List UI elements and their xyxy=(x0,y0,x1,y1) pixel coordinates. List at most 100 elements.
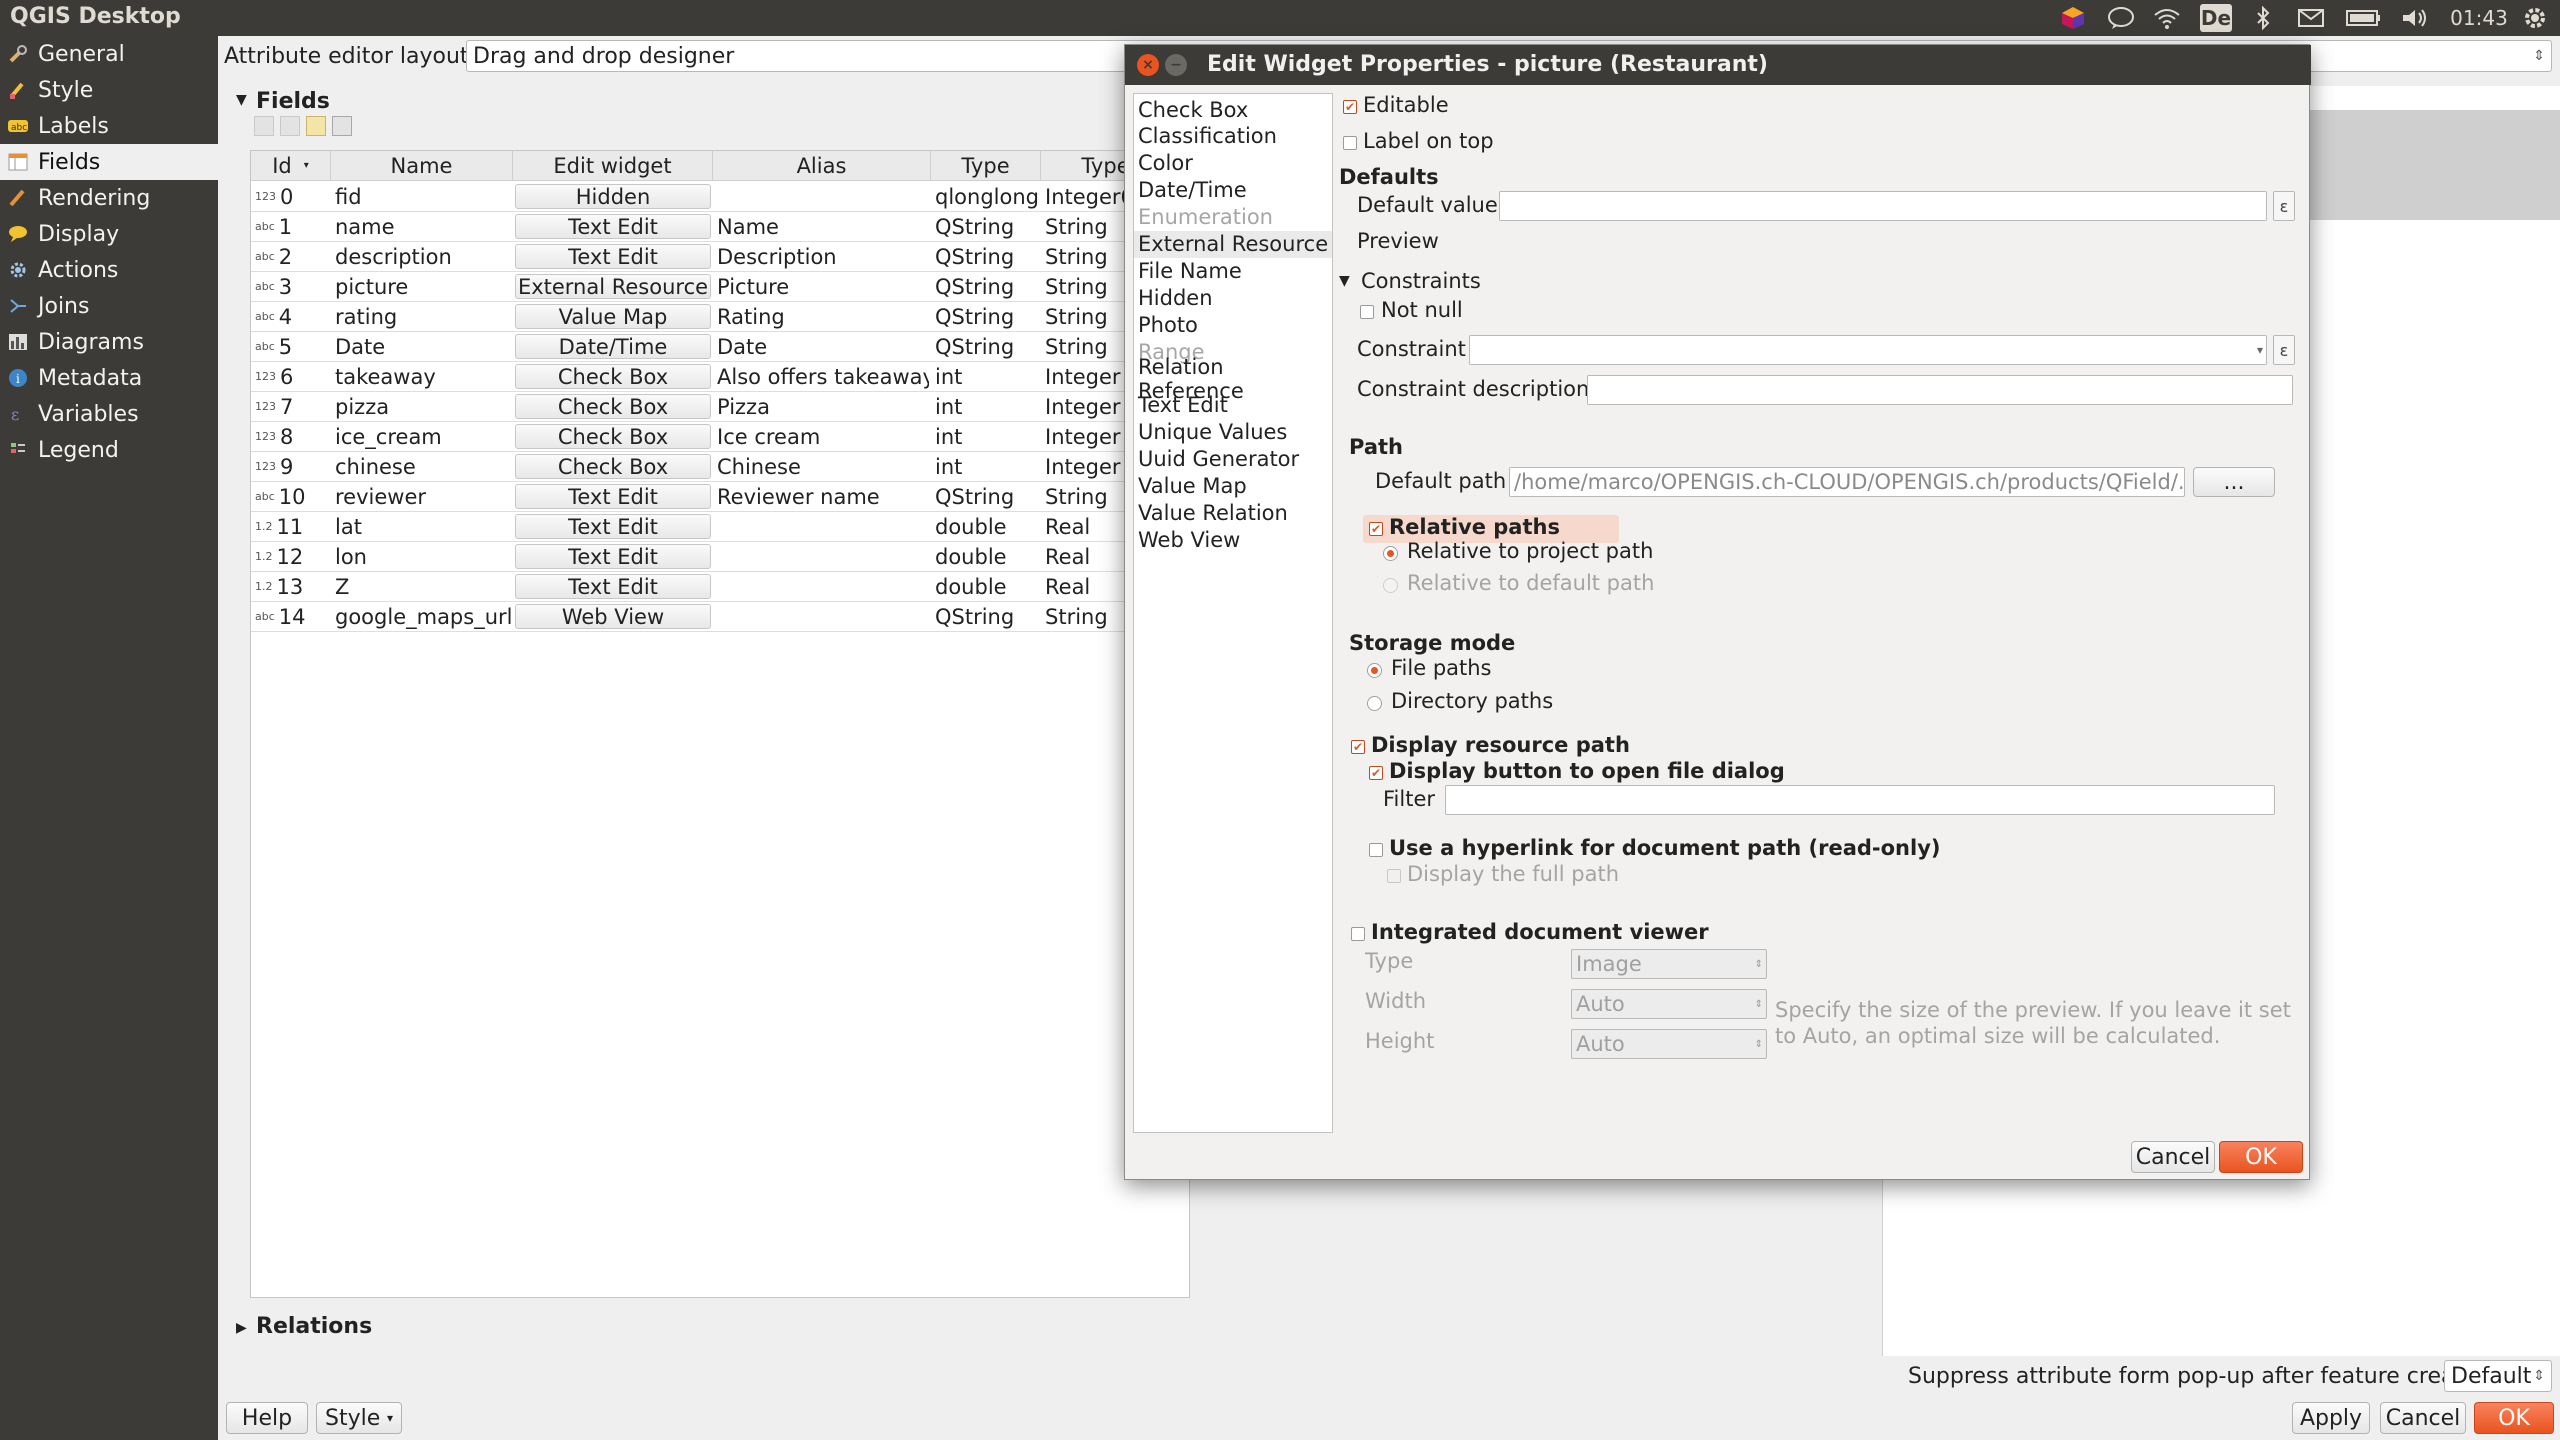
widget-type-item[interactable]: Value Relation xyxy=(1134,500,1332,527)
nav-item-variables[interactable]: ε Variables xyxy=(0,396,218,432)
display-full-path-checkbox[interactable] xyxy=(1387,869,1401,883)
nav-item-style[interactable]: Style xyxy=(0,72,218,108)
table-row[interactable]: abc 5 Date Date/Time Date QString String xyxy=(251,332,1189,362)
ok-button[interactable]: OK xyxy=(2474,1402,2554,1434)
default-path-input[interactable]: /home/marco/OPENGIS.ch-CLOUD/OPENGIS.ch/… xyxy=(1509,467,2185,497)
widget-type-item[interactable]: Check Box xyxy=(1134,96,1332,123)
column-header-type[interactable]: Type xyxy=(931,151,1041,181)
widget-type-item[interactable]: Text Edit xyxy=(1134,392,1332,419)
widget-type-item[interactable]: Web View xyxy=(1134,526,1332,553)
filter-input[interactable] xyxy=(1445,785,2275,815)
mail-icon[interactable] xyxy=(2294,4,2328,32)
constraint-input[interactable]: ▾ xyxy=(1469,335,2267,365)
cancel-button[interactable]: Cancel xyxy=(2380,1402,2466,1434)
display-resource-path-checkbox[interactable]: ✔ xyxy=(1351,740,1365,754)
qgis-tray-icon[interactable] xyxy=(2058,4,2088,32)
edit-widget-button[interactable]: Value Map xyxy=(515,304,711,329)
table-row[interactable]: 123 8 ice_cream Check Box Ice cream int Intege… xyxy=(251,422,1189,452)
table-row[interactable]: 1.2 13 Z Text Edit double Real xyxy=(251,572,1189,602)
edit-widget-button[interactable]: Text Edit xyxy=(515,214,711,239)
widget-type-item[interactable]: Relation Reference xyxy=(1134,355,1332,403)
browse-path-button[interactable]: ... xyxy=(2193,467,2275,497)
edit-widget-button[interactable]: Check Box xyxy=(515,454,711,479)
column-header-alias[interactable]: Alias xyxy=(713,151,931,181)
collapse-arrow-icon[interactable]: ▼ xyxy=(1339,273,1350,289)
wifi-icon[interactable] xyxy=(2150,4,2184,32)
nav-item-fields[interactable]: Fields xyxy=(0,144,218,180)
table-row[interactable]: abc 3 picture External Resource Picture QStri… xyxy=(251,272,1189,302)
collapse-arrow-icon[interactable]: ▼ xyxy=(236,92,247,108)
file-paths-radio[interactable] xyxy=(1367,663,1382,678)
nav-item-actions[interactable]: Actions xyxy=(0,252,218,288)
field-calculator-icon[interactable] xyxy=(332,116,352,136)
column-header-edit-widget[interactable]: Edit widget xyxy=(513,151,713,181)
integrated-viewer-checkbox[interactable] xyxy=(1351,927,1365,941)
new-field-icon[interactable] xyxy=(254,116,274,136)
dialog-cancel-button[interactable]: Cancel xyxy=(2131,1141,2215,1173)
bluetooth-icon[interactable] xyxy=(2248,4,2278,32)
edit-widget-button[interactable]: Text Edit xyxy=(515,544,711,569)
edit-widget-button[interactable]: Text Edit xyxy=(515,484,711,509)
nav-item-display[interactable]: Display xyxy=(0,216,218,252)
column-header-name[interactable]: Name xyxy=(331,151,513,181)
widget-type-item[interactable]: Uuid Generator xyxy=(1134,446,1332,473)
edit-widget-button[interactable]: Check Box xyxy=(515,424,711,449)
edit-pencil-icon[interactable] xyxy=(306,116,326,136)
dialog-ok-button[interactable]: OK xyxy=(2219,1141,2303,1173)
nav-item-joins[interactable]: Joins xyxy=(0,288,218,324)
style-menu-button[interactable]: Style ▾ xyxy=(316,1402,402,1434)
relative-to-default-radio[interactable] xyxy=(1383,578,1398,593)
widget-type-item[interactable]: External Resource xyxy=(1134,230,1332,258)
widget-type-item[interactable]: Hidden xyxy=(1134,284,1332,311)
table-row[interactable]: abc 4 rating Value Map Rating QString String xyxy=(251,302,1189,332)
minimize-icon[interactable]: − xyxy=(1165,54,1187,76)
table-row[interactable]: abc 14 google_maps_url Web View QString Strin… xyxy=(251,602,1189,632)
table-row[interactable]: 123 6 takeaway Check Box Also offers takeawa… xyxy=(251,362,1189,392)
help-button[interactable]: Help xyxy=(226,1402,308,1434)
nav-item-diagrams[interactable]: Diagrams xyxy=(0,324,218,360)
relative-to-project-radio[interactable] xyxy=(1383,546,1398,561)
nav-item-labels[interactable]: abc Labels xyxy=(0,108,218,144)
keyboard-layout-indicator[interactable]: De xyxy=(2200,4,2232,32)
default-value-expression-button[interactable]: ε xyxy=(2273,191,2295,221)
close-icon[interactable]: × xyxy=(1137,54,1159,76)
edit-widget-button[interactable]: Text Edit xyxy=(515,514,711,539)
edit-widget-button[interactable]: External Resource xyxy=(515,274,711,299)
column-header-id[interactable]: Id ▾ xyxy=(251,151,331,181)
widget-type-item[interactable]: Color xyxy=(1134,150,1332,177)
table-row[interactable]: abc 1 name Text Edit Name QString String xyxy=(251,212,1189,242)
edit-widget-button[interactable]: Check Box xyxy=(515,364,711,389)
nav-item-metadata[interactable]: i Metadata xyxy=(0,360,218,396)
table-row[interactable]: 123 7 pizza Check Box Pizza int Integer xyxy=(251,392,1189,422)
widget-type-item[interactable]: Classification xyxy=(1134,123,1332,150)
editable-checkbox[interactable]: ✔ xyxy=(1343,100,1357,114)
edit-widget-button[interactable]: Date/Time xyxy=(515,334,711,359)
viewer-type-combo[interactable]: Image ⇕ xyxy=(1571,949,1767,979)
widget-type-item[interactable]: Unique Values xyxy=(1134,419,1332,446)
edit-widget-button[interactable]: Text Edit xyxy=(515,574,711,599)
battery-icon[interactable] xyxy=(2344,4,2384,32)
relative-paths-checkbox[interactable]: ✔ xyxy=(1369,522,1383,536)
table-row[interactable]: 123 9 chinese Check Box Chinese int Integer xyxy=(251,452,1189,482)
widget-type-item[interactable]: File Name xyxy=(1134,257,1332,284)
edit-widget-button[interactable]: Hidden xyxy=(515,184,711,209)
display-button-checkbox[interactable]: ✔ xyxy=(1369,766,1383,780)
delete-field-icon[interactable] xyxy=(280,116,300,136)
constraint-expression-button[interactable]: ε xyxy=(2273,335,2295,365)
edit-widget-button[interactable]: Check Box xyxy=(515,394,711,419)
widget-type-item[interactable]: Enumeration xyxy=(1134,204,1332,231)
table-row[interactable]: abc 10 reviewer Text Edit Reviewer name QStri… xyxy=(251,482,1189,512)
widget-type-item[interactable]: Photo xyxy=(1134,311,1332,338)
constraint-description-input[interactable] xyxy=(1587,375,2293,405)
edit-widget-button[interactable]: Web View xyxy=(515,604,711,629)
label-on-top-checkbox[interactable] xyxy=(1343,136,1357,150)
widget-type-item[interactable]: Value Map xyxy=(1134,473,1332,500)
nav-item-legend[interactable]: Legend xyxy=(0,432,218,468)
viewer-width-spinbox[interactable]: Auto ⇕ xyxy=(1571,989,1767,1019)
chat-icon[interactable] xyxy=(2104,4,2138,32)
nav-item-general[interactable]: General xyxy=(0,36,218,72)
widget-type-item[interactable]: Date/Time xyxy=(1134,177,1332,204)
volume-icon[interactable] xyxy=(2398,4,2432,32)
suppress-popup-combo[interactable]: Default ⇕ xyxy=(2444,1360,2552,1392)
clock[interactable]: 01:43 xyxy=(2446,4,2512,32)
